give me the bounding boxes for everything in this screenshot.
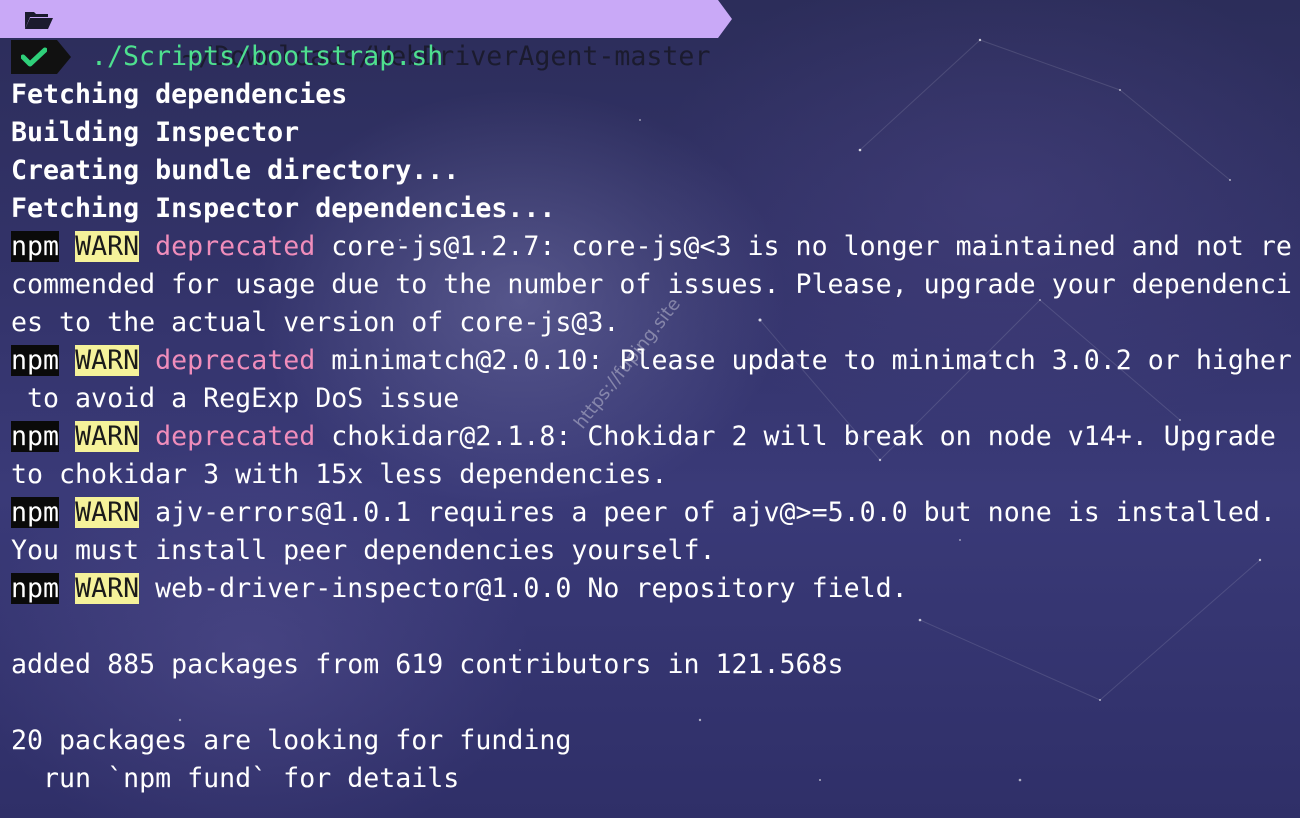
warn-badge: WARN bbox=[75, 345, 140, 376]
warn-badge: WARN bbox=[75, 421, 140, 452]
output-line: Fetching dependencies bbox=[11, 79, 348, 110]
prompt-status-segment bbox=[11, 40, 57, 74]
deprecated-label: deprecated bbox=[155, 421, 316, 452]
prompt-command-line: ./Scripts/bootstrap.sh bbox=[0, 38, 1300, 76]
warning-message: ajv-errors@1.0.1 requires a peer of ajv@… bbox=[139, 497, 1276, 528]
npm-warning-line: npm WARN web-driver-inspector@1.0.0 No r… bbox=[0, 570, 1300, 608]
npm-warning-line: npm WARN ajv-errors@1.0.1 requires a pee… bbox=[0, 494, 1300, 532]
warn-badge: WARN bbox=[75, 231, 140, 262]
summary-added: added 885 packages from 619 contributors… bbox=[11, 649, 844, 680]
checkmark-icon bbox=[21, 47, 47, 67]
npm-label: npm bbox=[11, 573, 60, 604]
command-text: ./Scripts/bootstrap.sh bbox=[91, 41, 444, 72]
prompt-path-line: ~/Downloads/WebDriverAgent-master bbox=[0, 0, 1300, 72]
output-line: Building Inspector bbox=[11, 117, 300, 148]
warning-message: core-js@1.2.7: core-js@<3 is no longer m… bbox=[315, 231, 1292, 262]
npm-warning-line: npm WARN deprecated chokidar@2.1.8: Chok… bbox=[0, 418, 1300, 456]
npm-warning-line: npm WARN deprecated core-js@1.2.7: core-… bbox=[0, 228, 1300, 266]
warning-continuation: to avoid a RegExp DoS issue bbox=[11, 383, 460, 414]
warning-continuation: to chokidar 3 with 15x less dependencies… bbox=[11, 459, 668, 490]
terminal-output: ~/Downloads/WebDriverAgent-master ./Scri… bbox=[0, 0, 1300, 798]
warning-message: web-driver-inspector@1.0.0 No repository… bbox=[139, 573, 908, 604]
summary-funding: 20 packages are looking for funding bbox=[11, 725, 572, 756]
npm-label: npm bbox=[11, 345, 60, 376]
warn-badge: WARN bbox=[75, 573, 140, 604]
npm-label: npm bbox=[11, 497, 60, 528]
summary-fund-hint: run `npm fund` for details bbox=[11, 763, 460, 794]
warn-badge: WARN bbox=[75, 497, 140, 528]
warning-message: minimatch@2.0.10: Please update to minim… bbox=[315, 345, 1292, 376]
warning-continuation: commended for usage due to the number of… bbox=[11, 269, 1292, 300]
npm-label: npm bbox=[11, 231, 60, 262]
warning-continuation: You must install peer dependencies yours… bbox=[11, 535, 716, 566]
folder-open-icon bbox=[25, 12, 53, 29]
prompt-path-segment: ~/Downloads/WebDriverAgent-master bbox=[0, 0, 733, 72]
status-arrow-separator bbox=[57, 40, 71, 74]
warning-message: chokidar@2.1.8: Chokidar 2 will break on… bbox=[315, 421, 1276, 452]
output-line: Creating bundle directory... bbox=[11, 155, 460, 186]
deprecated-label: deprecated bbox=[155, 231, 316, 262]
npm-label: npm bbox=[11, 421, 60, 452]
prompt-arrow-separator bbox=[718, 0, 733, 38]
output-line: Fetching Inspector dependencies... bbox=[11, 193, 556, 224]
deprecated-label: deprecated bbox=[155, 345, 316, 376]
